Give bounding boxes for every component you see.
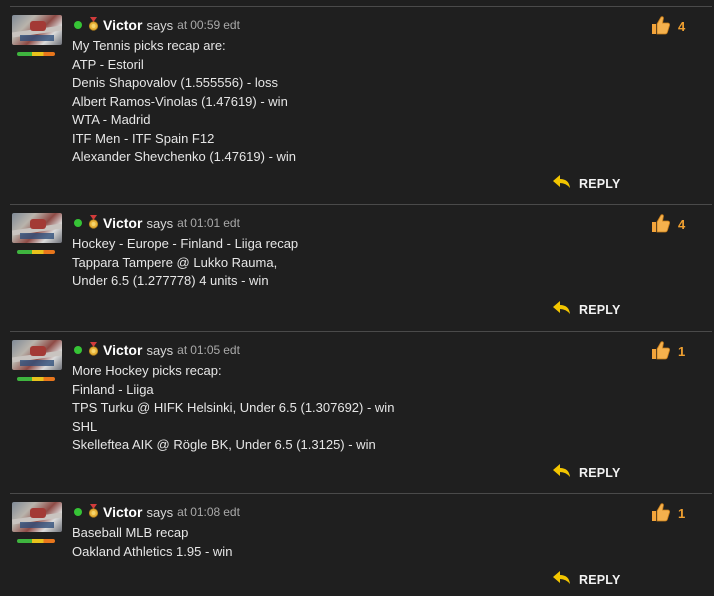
- reply-button[interactable]: REPLY: [553, 571, 621, 588]
- comment-header: Victor says at 00:59 edt: [74, 16, 240, 34]
- author-name[interactable]: Victor: [103, 17, 142, 33]
- reply-label[interactable]: REPLY: [579, 177, 621, 191]
- avatar[interactable]: [12, 502, 62, 532]
- timezone: edt: [223, 18, 240, 32]
- medal-icon: [88, 16, 99, 34]
- comment-time: 01:01: [190, 216, 221, 230]
- avatar[interactable]: [12, 213, 62, 243]
- reply-arrow-icon[interactable]: [553, 464, 571, 481]
- green-dot-icon: [74, 346, 82, 354]
- medal-icon: [88, 341, 99, 359]
- like-count: 1: [678, 344, 686, 359]
- thumbs-up-icon[interactable]: [650, 213, 672, 236]
- thumbs-up-icon[interactable]: [650, 340, 672, 363]
- comment-line: Baseball MLB recap: [72, 525, 189, 540]
- timezone: edt: [223, 505, 240, 519]
- comment-line: My Tennis picks recap are:: [72, 38, 226, 53]
- comment-line: TPS Turku @ HIFK Helsinki, Under 6.5 (1.…: [72, 400, 395, 415]
- comment-body: More Hockey picks recap: Finland - Liiga…: [72, 362, 394, 455]
- comment-line: Under 6.5 (1.277778) 4 units - win: [72, 273, 269, 288]
- like-button[interactable]: 4: [650, 213, 685, 236]
- comment-header: Victor says at 01:08 edt: [74, 503, 240, 521]
- reply-button[interactable]: REPLY: [553, 301, 621, 318]
- comment: Victor says at 01:05 edt 1 More Hockey p…: [0, 332, 714, 493]
- thumbs-up-icon[interactable]: [650, 15, 672, 38]
- avatar[interactable]: [12, 15, 62, 45]
- user-rating-bar: [17, 539, 55, 543]
- reply-button[interactable]: REPLY: [553, 175, 621, 192]
- reply-arrow-icon[interactable]: [553, 571, 571, 588]
- comment-body: Hockey - Europe - Finland - Liiga recap …: [72, 235, 298, 291]
- comment-time: 01:08: [190, 505, 221, 519]
- user-rating-bar: [17, 250, 55, 254]
- says-label: says: [146, 215, 174, 231]
- comment: Victor says at 01:01 edt 4 Hockey - Euro…: [0, 205, 714, 331]
- comment-line: WTA - Madrid: [72, 112, 151, 127]
- comment-line: Finland - Liiga: [72, 381, 154, 397]
- says-label: says: [146, 504, 174, 520]
- at-label: at: [177, 18, 188, 32]
- comment-body: Baseball MLB recap Oakland Athletics 1.9…: [72, 524, 232, 561]
- comment-line: Denis Shapovalov (1.555556) - loss: [72, 75, 278, 90]
- author-name[interactable]: Victor: [103, 215, 142, 231]
- like-button[interactable]: 4: [650, 15, 685, 38]
- author-name[interactable]: Victor: [103, 342, 142, 358]
- comment-header: Victor says at 01:01 edt: [74, 214, 240, 232]
- comment-body: My Tennis picks recap are: ATP - Estoril…: [72, 37, 296, 167]
- thumbs-up-icon[interactable]: [650, 502, 672, 525]
- reply-arrow-icon[interactable]: [553, 301, 571, 318]
- timezone: edt: [223, 343, 240, 357]
- medal-icon: [88, 214, 99, 232]
- green-dot-icon: [74, 21, 82, 29]
- reply-label[interactable]: REPLY: [579, 573, 621, 587]
- reply-label[interactable]: REPLY: [579, 303, 621, 317]
- at-label: at: [177, 343, 188, 357]
- user-rating-bar: [17, 377, 55, 381]
- like-count: 1: [678, 506, 686, 521]
- reply-arrow-icon[interactable]: [553, 175, 571, 192]
- green-dot-icon: [74, 219, 82, 227]
- comment-line: Oakland Athletics 1.95 - win: [72, 543, 233, 559]
- comment-line: Tappara Tampere @ Lukko Rauma,: [72, 254, 278, 270]
- comment-line: SHL: [72, 418, 98, 434]
- like-button[interactable]: 1: [650, 340, 685, 363]
- like-count: 4: [678, 217, 686, 232]
- comment-line: Hockey - Europe - Finland - Liiga recap: [72, 236, 299, 251]
- like-count: 4: [678, 19, 686, 34]
- comment: Victor says at 00:59 edt 4 My Tennis pic…: [0, 7, 714, 203]
- comment-line: Albert Ramos-Vinolas (1.47619) - win: [72, 93, 288, 109]
- user-rating-bar: [17, 52, 55, 56]
- says-label: says: [146, 17, 174, 33]
- comment-header: Victor says at 01:05 edt: [74, 341, 240, 359]
- comment-line: Skelleftea AIK @ Rögle BK, Under 6.5 (1.…: [72, 437, 376, 452]
- comment-line: ITF Men - ITF Spain F12: [72, 130, 215, 146]
- reply-button[interactable]: REPLY: [553, 464, 621, 481]
- green-dot-icon: [74, 508, 82, 516]
- at-label: at: [177, 505, 188, 519]
- avatar[interactable]: [12, 340, 62, 370]
- says-label: says: [146, 342, 174, 358]
- reply-label[interactable]: REPLY: [579, 466, 621, 480]
- comment: Victor says at 01:08 edt 1 Baseball MLB …: [0, 494, 714, 596]
- comment-time: 01:05: [190, 343, 221, 357]
- comment-line: Alexander Shevchenko (1.47619) - win: [72, 149, 297, 164]
- timezone: edt: [223, 216, 240, 230]
- like-button[interactable]: 1: [650, 502, 685, 525]
- comment-line: More Hockey picks recap:: [72, 363, 222, 378]
- medal-icon: [88, 503, 99, 521]
- author-name[interactable]: Victor: [103, 504, 142, 520]
- at-label: at: [177, 216, 188, 230]
- comment-line: ATP - Estoril: [72, 56, 144, 72]
- comment-time: 00:59: [190, 18, 221, 32]
